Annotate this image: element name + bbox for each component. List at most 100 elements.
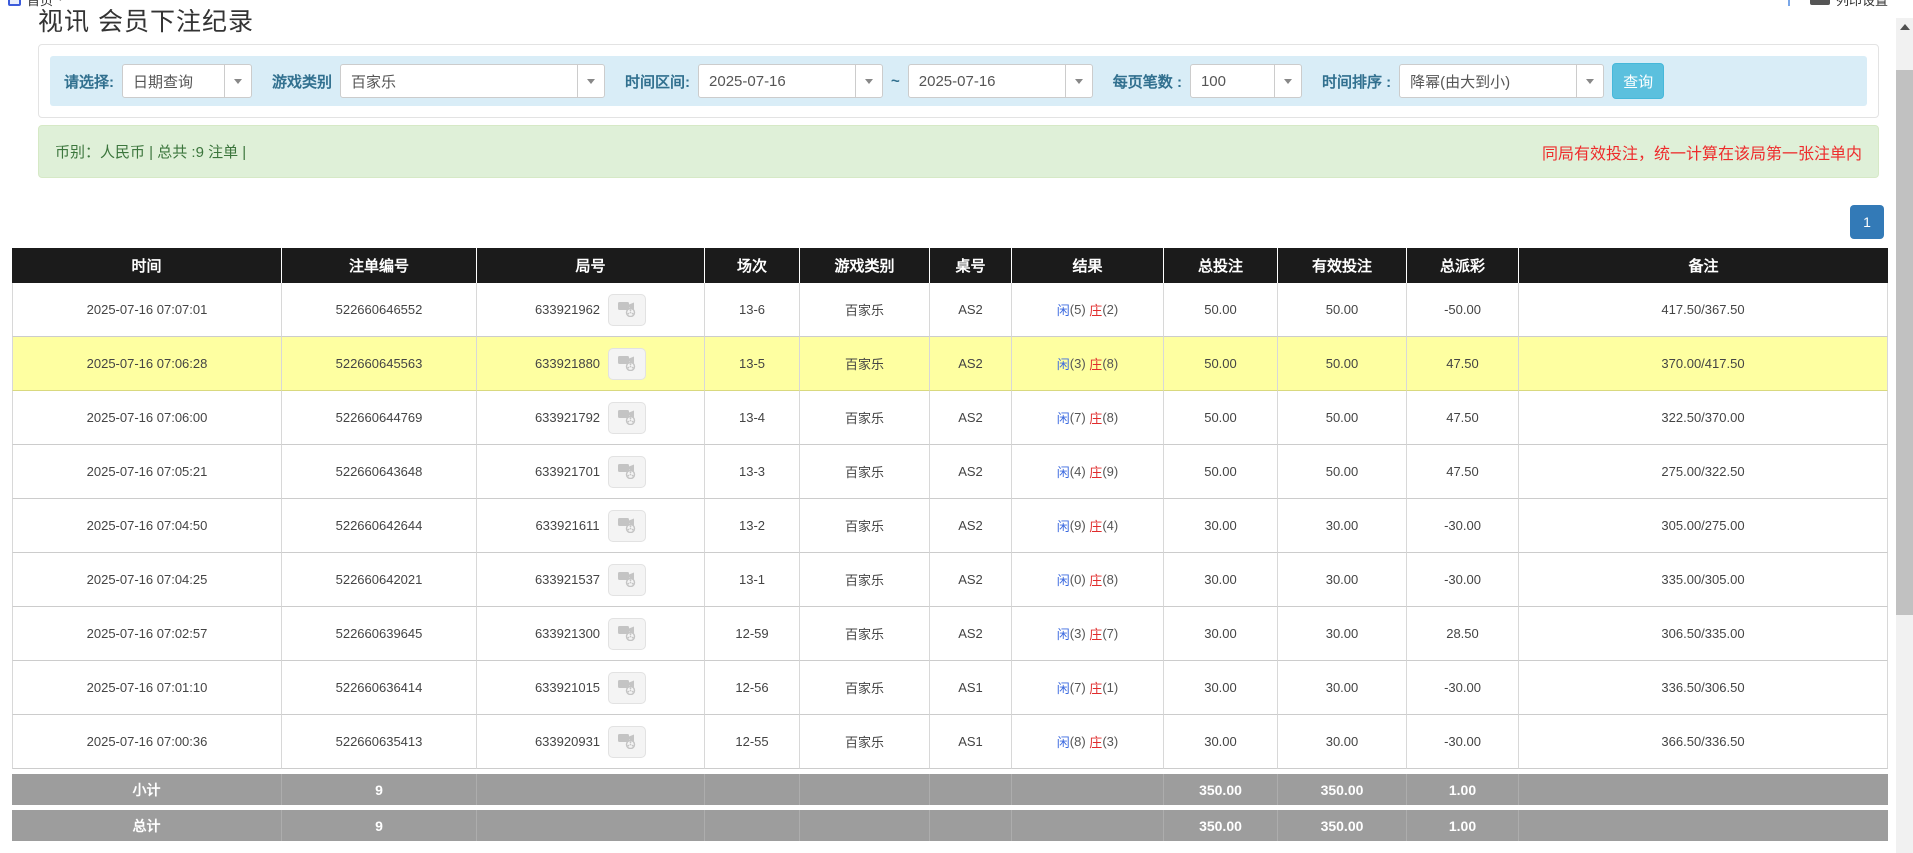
search-button[interactable]: 查询 <box>1612 63 1664 99</box>
cell-session: 13-2 <box>705 499 800 553</box>
cell-result: 闲(5) 庄(2) <box>1012 283 1164 337</box>
video-camera-icon <box>617 353 637 374</box>
top-right-link[interactable]: 列印设置 <box>1836 0 1888 9</box>
sum-valid-bet: 350.00 <box>1278 774 1407 805</box>
cell-valid-bet: 30.00 <box>1278 499 1407 553</box>
cell-total-bet[interactable]: 30.00 <box>1164 661 1278 715</box>
filter-bar: 请选择: 日期查询 游戏类别 百家乐 时间区间: 2025-07-16 ~ 20… <box>50 56 1867 106</box>
col-header-note: 备注 <box>1519 248 1888 283</box>
col-header-payout: 总派彩 <box>1407 248 1519 283</box>
result-player-points: (4) <box>1070 464 1090 479</box>
video-replay-button[interactable] <box>608 348 646 380</box>
sum-empty <box>1012 810 1164 841</box>
cell-bet-id: 522660644769 <box>282 391 477 445</box>
cell-time: 2025-07-16 07:05:21 <box>12 445 282 499</box>
col-header-result: 结果 <box>1012 248 1164 283</box>
video-replay-button[interactable] <box>608 510 646 542</box>
video-replay-button[interactable] <box>608 456 646 488</box>
game-category-select[interactable]: 百家乐 <box>340 64 605 98</box>
sum-payout: 1.00 <box>1407 774 1519 805</box>
result-player: 闲 <box>1057 300 1070 319</box>
sum-empty <box>930 810 1012 841</box>
vertical-scrollbar[interactable] <box>1896 18 1913 853</box>
cell-total-bet[interactable]: 30.00 <box>1164 499 1278 553</box>
cell-payout: -30.00 <box>1407 661 1519 715</box>
chevron-down-icon <box>1576 65 1603 97</box>
result-player: 闲 <box>1057 678 1070 697</box>
result-banker-points: (8) <box>1102 356 1118 371</box>
cell-valid-bet: 30.00 <box>1278 553 1407 607</box>
cell-payout: 47.50 <box>1407 337 1519 391</box>
cell-session: 12-55 <box>705 715 800 769</box>
cell-bet-id: 522660642021 <box>282 553 477 607</box>
result-banker: 庄 <box>1089 732 1102 751</box>
cell-total-bet[interactable]: 30.00 <box>1164 715 1278 769</box>
cell-valid-bet: 50.00 <box>1278 391 1407 445</box>
round-id-text: 633921880 <box>535 356 600 371</box>
table-header-row: 时间 注单编号 局号 场次 游戏类别 桌号 结果 总投注 有效投注 总派彩 备注 <box>12 248 1888 283</box>
cell-valid-bet: 50.00 <box>1278 337 1407 391</box>
cell-game: 百家乐 <box>800 607 930 661</box>
round-id-text: 633921701 <box>535 464 600 479</box>
cell-total-bet[interactable]: 50.00 <box>1164 283 1278 337</box>
query-type-select[interactable]: 日期查询 <box>122 64 252 98</box>
result-player: 闲 <box>1057 624 1070 643</box>
page-size-select[interactable]: 100 <box>1190 64 1302 98</box>
result-banker-points: (1) <box>1102 680 1118 695</box>
cell-payout: 28.50 <box>1407 607 1519 661</box>
video-replay-button[interactable] <box>608 618 646 650</box>
sum-empty <box>477 774 705 805</box>
time-sort-label: 时间排序 : <box>1322 71 1391 92</box>
cell-game: 百家乐 <box>800 337 930 391</box>
cell-total-bet[interactable]: 50.00 <box>1164 445 1278 499</box>
chevron-down-icon <box>224 65 251 97</box>
video-replay-button[interactable] <box>608 294 646 326</box>
top-strip: 首页 › 列印设置 <box>0 0 1896 10</box>
table-row: 2025-07-16 07:07:01522660646552633921962… <box>12 283 1888 337</box>
cell-total-bet[interactable]: 30.00 <box>1164 553 1278 607</box>
round-id-text: 633921300 <box>535 626 600 641</box>
scrollbar-thumb[interactable] <box>1896 70 1913 615</box>
breadcrumb[interactable]: 首页 <box>27 0 53 9</box>
date-to-select[interactable]: 2025-07-16 <box>908 64 1093 98</box>
table-row: 2025-07-16 07:02:57522660639645633921300… <box>12 607 1888 661</box>
sum-empty <box>705 774 800 805</box>
video-replay-button[interactable] <box>608 402 646 434</box>
result-banker: 庄 <box>1089 678 1102 697</box>
sum-valid-bet: 350.00 <box>1278 810 1407 841</box>
time-sort-select[interactable]: 降幂(由大到小) <box>1399 64 1604 98</box>
cell-time: 2025-07-16 07:04:50 <box>12 499 282 553</box>
video-replay-button[interactable] <box>608 564 646 596</box>
cell-session: 13-1 <box>705 553 800 607</box>
round-id-text: 633921537 <box>535 572 600 587</box>
result-banker-points: (7) <box>1102 626 1118 641</box>
cell-total-bet[interactable]: 30.00 <box>1164 607 1278 661</box>
date-from-select[interactable]: 2025-07-16 <box>698 64 883 98</box>
sum-total-bet: 350.00 <box>1164 774 1278 805</box>
input-edge-fragment <box>1788 0 1790 6</box>
cell-game: 百家乐 <box>800 445 930 499</box>
home-icon[interactable] <box>8 0 21 6</box>
result-player-points: (3) <box>1070 356 1090 371</box>
cell-total-bet[interactable]: 50.00 <box>1164 337 1278 391</box>
page-title: 视讯 会员下注纪录 <box>38 9 254 33</box>
video-replay-button[interactable] <box>608 672 646 704</box>
cell-round-id: 633921701 <box>477 445 705 499</box>
cell-note: 336.50/306.50 <box>1519 661 1888 715</box>
result-banker-points: (9) <box>1102 464 1118 479</box>
result-player-points: (0) <box>1070 572 1090 587</box>
cell-game: 百家乐 <box>800 553 930 607</box>
cell-total-bet[interactable]: 50.00 <box>1164 391 1278 445</box>
video-replay-button[interactable] <box>608 726 646 758</box>
col-header-table-no: 桌号 <box>930 248 1012 283</box>
printer-icon[interactable] <box>1810 0 1830 5</box>
pagination-page-1[interactable]: 1 <box>1850 205 1884 239</box>
video-camera-icon <box>617 731 637 752</box>
cell-table-no: AS2 <box>930 499 1012 553</box>
table-row: 2025-07-16 07:05:21522660643648633921701… <box>12 445 1888 499</box>
cell-table-no: AS2 <box>930 283 1012 337</box>
cell-time: 2025-07-16 07:00:36 <box>12 715 282 769</box>
cell-game: 百家乐 <box>800 715 930 769</box>
scrollbar-up-arrow-icon[interactable] <box>1896 18 1913 36</box>
video-camera-icon <box>617 677 637 698</box>
